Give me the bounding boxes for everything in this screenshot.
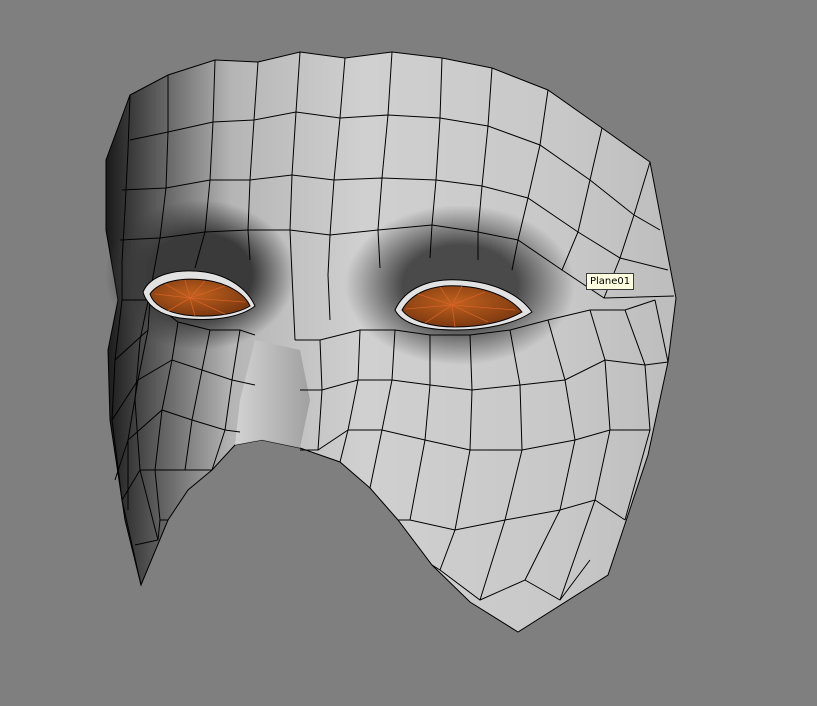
3d-viewport[interactable]: Plane01 bbox=[0, 0, 817, 706]
object-name-tooltip: Plane01 bbox=[586, 273, 635, 290]
mask-mesh[interactable] bbox=[0, 0, 817, 706]
